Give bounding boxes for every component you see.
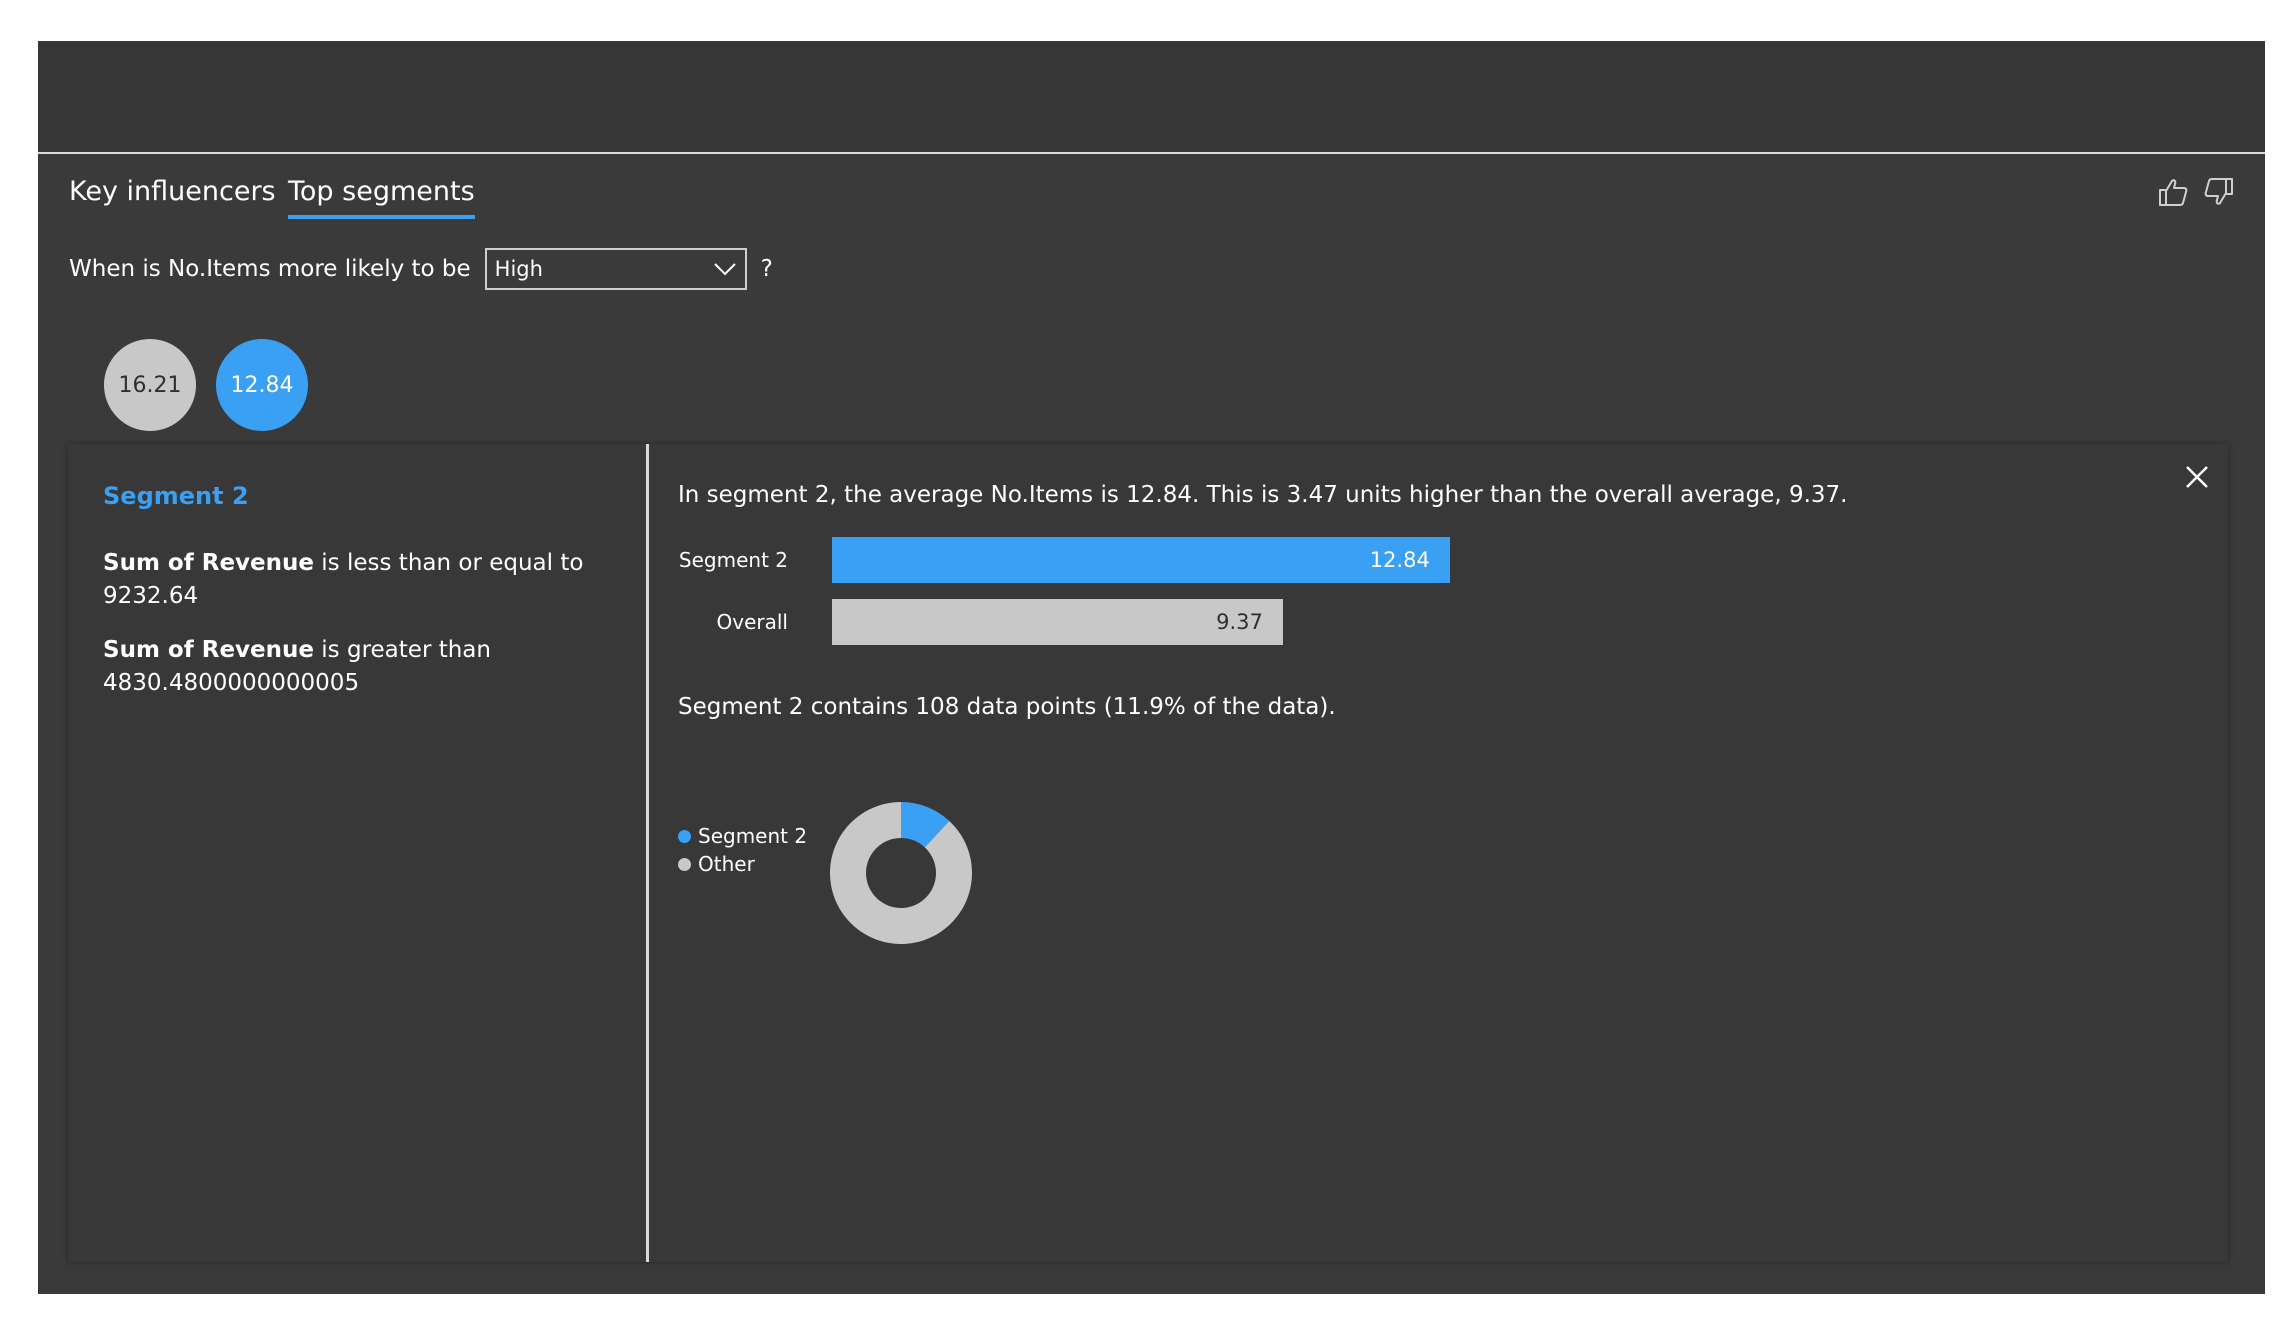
question-row: When is No.Items more likely to be High … [69,246,773,292]
tab-key-influencers[interactable]: Key influencers [69,176,276,207]
bar-label-segment: Segment 2 [678,548,788,572]
key-influencers-visual: Key influencers Top segments When is No.… [38,41,2265,1294]
thumbs-down-icon[interactable] [2203,177,2235,207]
legend-item-segment: Segment 2 [678,822,807,850]
target-value-dropdown[interactable]: High [484,248,747,290]
question-suffix: ? [760,256,773,282]
dropdown-selected-value: High [494,257,543,281]
bar-value-label: 12.84 [1369,548,1430,572]
close-icon[interactable] [2184,464,2210,490]
legend-dot-other [678,857,691,871]
segment-bubble-1[interactable]: 16.21 [104,339,196,431]
segment-condition: Sum of Revenue is less than or equal to … [103,547,603,613]
segment-condition: Sum of Revenue is greater than 4830.4800… [103,634,603,700]
segment-conditions-column: Segment 2 Sum of Revenue is less than or… [68,444,649,1262]
bar-segment-2: 12.84 [832,537,1450,583]
question-prefix: When is No.Items more likely to be [69,256,471,282]
donut-slice-other [830,802,972,944]
legend-dot-segment [678,829,691,843]
segment-share-text: Segment 2 contains 108 data points (11.9… [678,694,1336,720]
segment-summary-text: In segment 2, the average No.Items is 12… [678,482,1848,508]
condition-field: Sum of Revenue [103,550,314,576]
segment-detail-panel: Segment 2 Sum of Revenue is less than or… [68,444,2228,1262]
donut-legend: Segment 2 Other [678,822,807,878]
bar-label-overall: Overall [716,610,788,634]
segment-stats-column: In segment 2, the average No.Items is 12… [678,444,2218,1262]
legend-label: Segment 2 [698,824,808,848]
visual-header-band [38,41,2265,154]
condition-field: Sum of Revenue [103,637,314,663]
bar-overall: 9.37 [832,599,1283,645]
donut-chart [830,802,972,944]
tab-top-segments[interactable]: Top segments [288,176,475,219]
segment-bubble-2[interactable]: 12.84 [216,339,308,431]
feedback-buttons [2157,177,2235,207]
segment-title: Segment 2 [103,482,249,510]
chevron-down-icon [713,263,736,276]
legend-item-other: Other [678,850,807,878]
legend-label: Other [698,852,755,876]
bar-value-label: 9.37 [1216,610,1263,634]
thumbs-up-icon[interactable] [2157,177,2189,207]
